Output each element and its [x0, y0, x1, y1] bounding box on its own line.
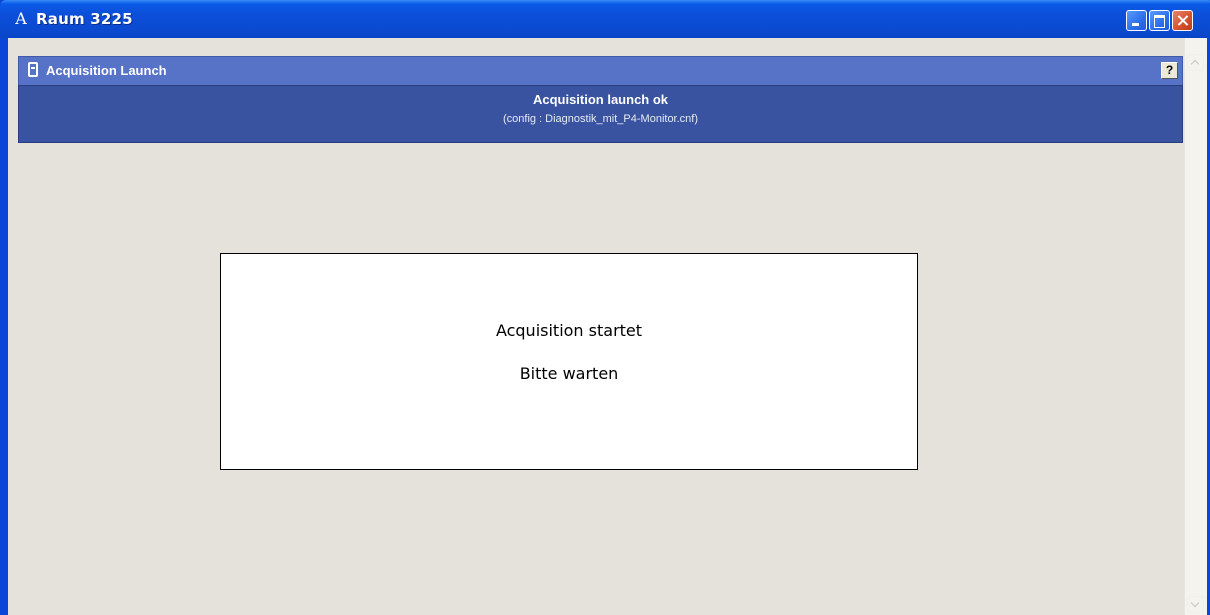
message-line-2: Bitte warten — [519, 364, 619, 383]
panel-title: Acquisition Launch — [46, 63, 167, 78]
status-title: Acquisition launch ok — [532, 92, 669, 107]
status-panel: Acquisition launch ok (config : Diagnost… — [18, 85, 1183, 143]
plug-icon — [28, 62, 38, 77]
status-config: (config : Diagnostik_mit_P4-Monitor.cnf) — [502, 113, 699, 125]
scroll-down-icon[interactable] — [1187, 596, 1204, 613]
message-box: Acquisition startet Bitte warten — [220, 253, 918, 470]
panel-header: Acquisition Launch ? — [18, 56, 1183, 85]
maximize-button[interactable] — [1149, 10, 1170, 31]
close-button[interactable] — [1172, 10, 1193, 31]
vertical-scrollbar[interactable] — [1184, 38, 1207, 615]
minimize-button[interactable] — [1126, 10, 1147, 31]
window-title: Raum 3225 — [36, 10, 133, 28]
message-line-1: Acquisition startet — [495, 321, 643, 340]
application-window: A Raum 3225 Acquisition Launch ? Acquisi… — [0, 0, 1210, 615]
window-content: Acquisition Launch ? Acquisition launch … — [8, 38, 1207, 615]
app-icon: A — [15, 9, 27, 28]
scroll-up-icon[interactable] — [1187, 54, 1204, 71]
help-button[interactable]: ? — [1161, 62, 1178, 79]
title-bar[interactable]: A Raum 3225 — [0, 0, 1210, 38]
